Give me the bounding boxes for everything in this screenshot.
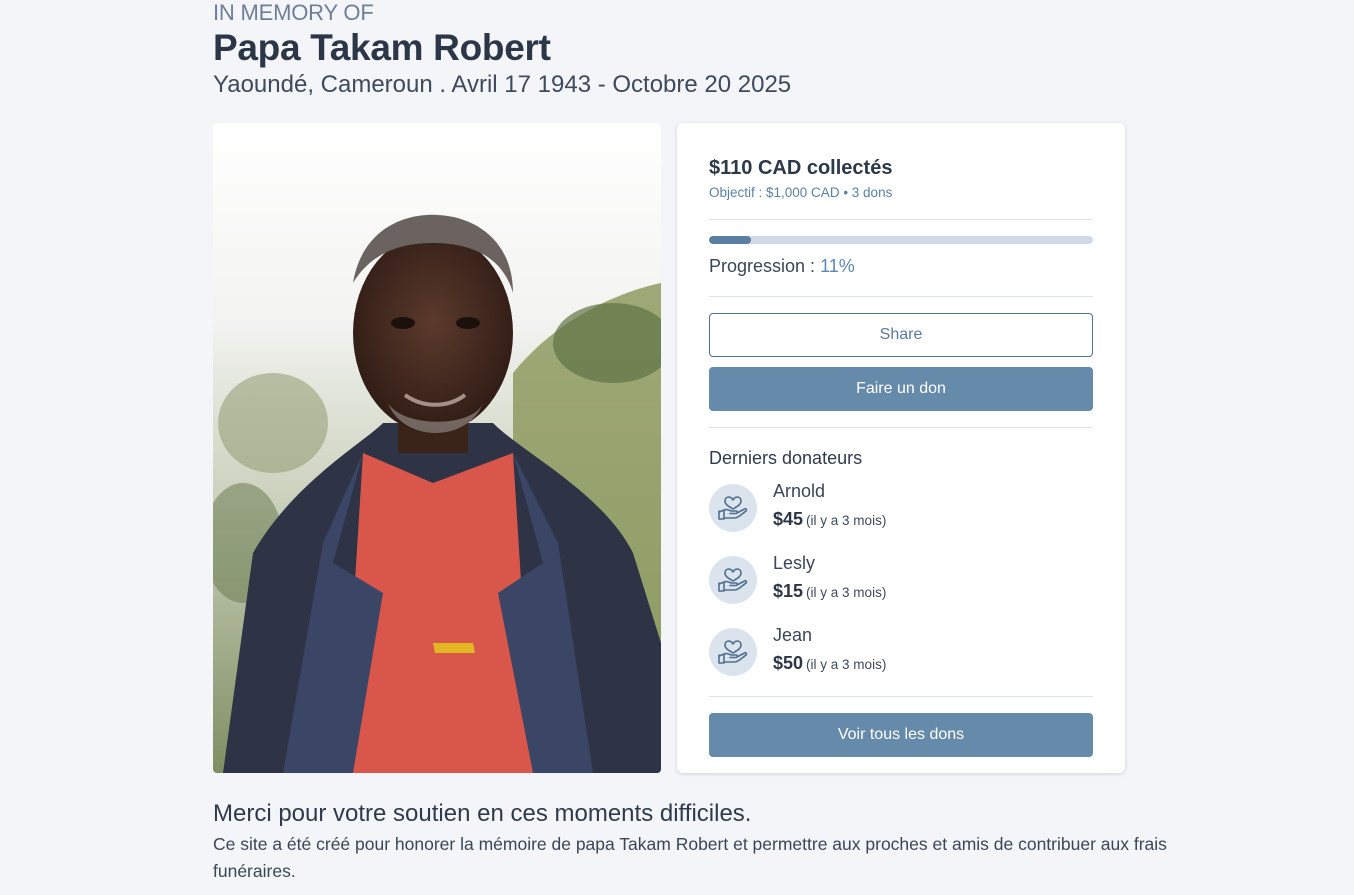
- progress-value: 11%: [820, 256, 855, 276]
- progress-bar-fill: [709, 236, 752, 244]
- donor-name: Lesly: [773, 553, 816, 573]
- divider: [709, 427, 1093, 428]
- divider: [709, 296, 1093, 297]
- donation-time: (il y a 3 mois): [806, 513, 887, 528]
- divider: [709, 219, 1093, 220]
- donor-item: Arnold $45 (il y a 3 mois): [709, 481, 1093, 534]
- progress-bar: [709, 236, 1093, 244]
- thank-you-heading: Merci pour votre soutien en ces moments …: [213, 800, 752, 827]
- donor-item: Jean $50 (il y a 3 mois): [709, 625, 1093, 678]
- memorial-kicker: IN MEMORY OF: [213, 0, 374, 25]
- donation-amount: $45: [773, 509, 804, 529]
- view-all-donations-button[interactable]: Voir tous les dons: [709, 713, 1093, 757]
- amount-raised: $110 CAD collectés: [709, 157, 893, 179]
- progress-label: Progression :: [709, 256, 821, 276]
- hand-heart-icon: [709, 484, 757, 532]
- donate-button[interactable]: Faire un don: [709, 367, 1093, 411]
- hand-heart-icon: [709, 628, 757, 676]
- divider: [709, 696, 1093, 697]
- portrait-image: [213, 123, 661, 773]
- progress-text: Progression : 11%: [709, 256, 855, 277]
- memorial-details: Yaoundé, Cameroun . Avril 17 1943 - Octo…: [213, 71, 792, 98]
- donation-amount: $15: [773, 581, 804, 601]
- goal-summary: Objectif : $1,000 CAD • 3 dons: [709, 185, 893, 200]
- donation-amount: $50: [773, 653, 804, 673]
- recent-donors-title: Derniers donateurs: [709, 448, 863, 468]
- hand-heart-icon: [709, 556, 757, 604]
- share-button[interactable]: Share: [709, 313, 1093, 357]
- donation-time: (il y a 3 mois): [806, 657, 887, 672]
- donor-name: Arnold: [773, 481, 826, 501]
- deceased-name: Papa Takam Robert: [213, 27, 551, 68]
- donation-time: (il y a 3 mois): [806, 585, 887, 600]
- memorial-description: Ce site a été créé pour honorer la mémoi…: [213, 834, 1167, 881]
- donor-item: Lesly $15 (il y a 3 mois): [709, 553, 1093, 606]
- memorial-photo: [213, 123, 661, 773]
- memorial-page: IN MEMORY OF Papa Takam Robert Yaoundé, …: [0, 0, 1354, 895]
- donor-name: Jean: [773, 625, 813, 645]
- donation-card: $110 CAD collectés Objectif : $1,000 CAD…: [677, 123, 1125, 773]
